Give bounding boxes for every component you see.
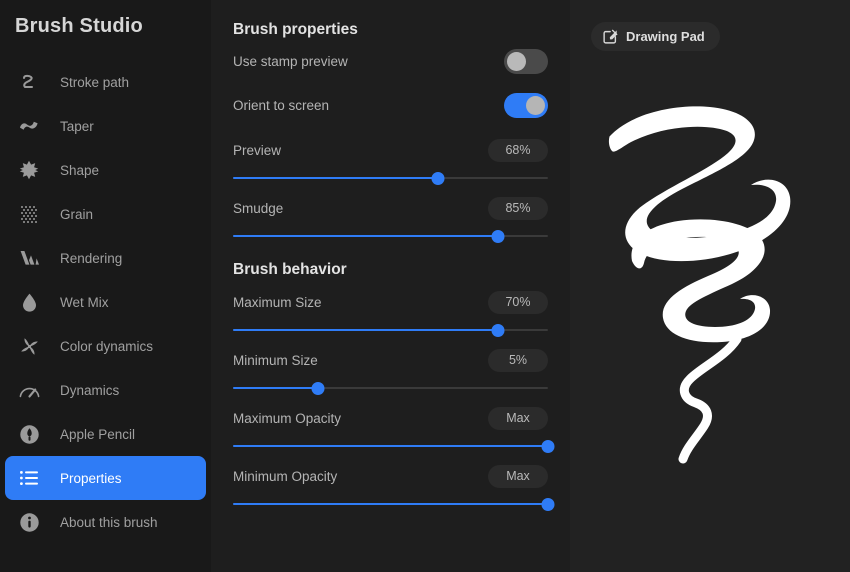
brush-properties-heading: Brush properties [233, 21, 358, 38]
orient-to-screen-toggle[interactable] [504, 92, 548, 118]
slider-label: Smudge [233, 200, 284, 216]
page-title: Brush Studio [15, 15, 143, 37]
sidebar-item-label: Shape [60, 162, 100, 178]
slider-row-maximum-opacity: Maximum Opacity Max [233, 395, 555, 453]
slider-fill [233, 445, 548, 447]
toggle-knob [526, 95, 545, 115]
slider-fill [233, 503, 548, 505]
slider-row-maximum-size: Maximum Size 70% [233, 279, 548, 337]
slider-value-badge: 5% [488, 348, 548, 372]
sidebar-item-label: Rendering [60, 250, 123, 266]
setting-label: Use stamp preview [233, 53, 348, 69]
slider-fill [233, 329, 498, 331]
sidebar-item-dynamics[interactable]: Dynamics [5, 368, 206, 412]
minimum-opacity-slider[interactable] [233, 497, 555, 511]
slider-label: Minimum Size [233, 352, 318, 368]
slider-thumb[interactable] [541, 439, 555, 453]
sidebar-item-shape[interactable]: Shape [5, 148, 206, 192]
slider-value-badge: Max [488, 464, 548, 488]
slider-header: Maximum Opacity Max [233, 405, 548, 431]
slider-row-minimum-size: Minimum Size 5% [233, 337, 548, 395]
sidebar-item-label: Color dynamics [60, 338, 154, 354]
slider-label: Maximum Size [233, 294, 322, 310]
sidebar-item-rendering[interactable]: Rendering [5, 236, 206, 280]
brush-studio-window: Brush Studio Stroke path Taper Shape Gra… [0, 0, 850, 572]
smudge-slider[interactable] [233, 229, 548, 243]
slider-thumb[interactable] [541, 497, 555, 511]
slider-fill [233, 177, 438, 179]
sidebar-item-stroke-path[interactable]: Stroke path [5, 60, 206, 104]
slider-header: Smudge 85% [233, 195, 548, 221]
slider-header: Preview 68% [233, 137, 548, 163]
slider-label: Minimum Opacity [233, 468, 338, 484]
slider-thumb[interactable] [491, 229, 505, 243]
sidebar-item-grain[interactable]: Grain [5, 192, 206, 236]
stroke-path-icon [18, 71, 40, 93]
slider-thumb[interactable] [311, 381, 325, 395]
maximum-opacity-slider[interactable] [233, 439, 555, 453]
sidebar-nav: Stroke path Taper Shape Grain Rendering … [0, 60, 211, 544]
slider-header: Maximum Size 70% [233, 289, 548, 315]
sidebar-item-wet-mix[interactable]: Wet Mix [5, 280, 206, 324]
slider-value-badge: 70% [488, 290, 548, 314]
minimum-size-slider[interactable] [233, 381, 548, 395]
drawing-pad-button[interactable]: Drawing Pad [591, 22, 720, 51]
setting-row-orient-to-screen: Orient to screen [233, 83, 548, 127]
slider-fill [233, 235, 498, 237]
sidebar-item-label: Grain [60, 206, 94, 222]
slider-fill [233, 387, 319, 389]
slider-value-badge: 85% [488, 196, 548, 220]
drawing-pad-panel: Drawing Pad [570, 0, 850, 572]
dynamics-icon [18, 379, 40, 401]
grain-icon [18, 203, 40, 225]
use-stamp-preview-toggle[interactable] [504, 48, 548, 74]
sidebar-item-label: Dynamics [60, 382, 120, 398]
brush-properties-panel: Brush properties Use stamp preview Orien… [211, 0, 570, 572]
slider-label: Preview [233, 142, 282, 158]
sidebar: Brush Studio Stroke path Taper Shape Gra… [0, 0, 211, 572]
setting-row-use-stamp-preview: Use stamp preview [233, 39, 548, 83]
rendering-icon [18, 247, 40, 269]
sidebar-item-label: Properties [60, 470, 122, 486]
brush-stroke-svg [608, 106, 791, 464]
edit-square-icon [603, 29, 618, 44]
sidebar-item-taper[interactable]: Taper [5, 104, 206, 148]
taper-icon [18, 115, 40, 137]
color-dynamics-icon [18, 335, 40, 357]
wet-mix-icon [18, 291, 40, 313]
sidebar-item-label: Taper [60, 118, 94, 134]
sidebar-item-label: Wet Mix [60, 294, 109, 310]
slider-header: Minimum Size 5% [233, 347, 548, 373]
slider-value-badge: Max [488, 406, 548, 430]
brush-behavior-heading: Brush behavior [233, 261, 347, 278]
brush-stroke-preview [570, 95, 850, 470]
sidebar-item-label: Apple Pencil [60, 426, 136, 442]
brush-stroke-tail [678, 334, 742, 464]
setting-label: Orient to screen [233, 97, 330, 113]
slider-thumb[interactable] [431, 171, 445, 185]
maximum-size-slider[interactable] [233, 323, 548, 337]
properties-list-icon [18, 467, 40, 489]
info-icon [18, 511, 40, 533]
toggle-knob [507, 51, 526, 71]
slider-thumb[interactable] [491, 323, 505, 337]
slider-row-preview: Preview 68% [233, 127, 548, 185]
sidebar-item-color-dynamics[interactable]: Color dynamics [5, 324, 206, 368]
sidebar-item-properties[interactable]: Properties [5, 456, 206, 500]
sidebar-item-label: Stroke path [60, 74, 130, 90]
slider-value-badge: 68% [488, 138, 548, 162]
slider-row-minimum-opacity: Minimum Opacity Max [233, 453, 555, 511]
sidebar-item-about-this-brush[interactable]: About this brush [5, 500, 206, 544]
slider-header: Minimum Opacity Max [233, 463, 548, 489]
sidebar-item-label: About this brush [60, 514, 158, 530]
sidebar-item-apple-pencil[interactable]: Apple Pencil [5, 412, 206, 456]
shape-icon [18, 159, 40, 181]
slider-label: Maximum Opacity [233, 410, 342, 426]
drawing-pad-label: Drawing Pad [626, 29, 705, 44]
preview-slider[interactable] [233, 171, 548, 185]
brush-stroke-path [608, 106, 791, 262]
apple-pencil-icon [18, 423, 40, 445]
slider-row-smudge: Smudge 85% [233, 185, 548, 243]
